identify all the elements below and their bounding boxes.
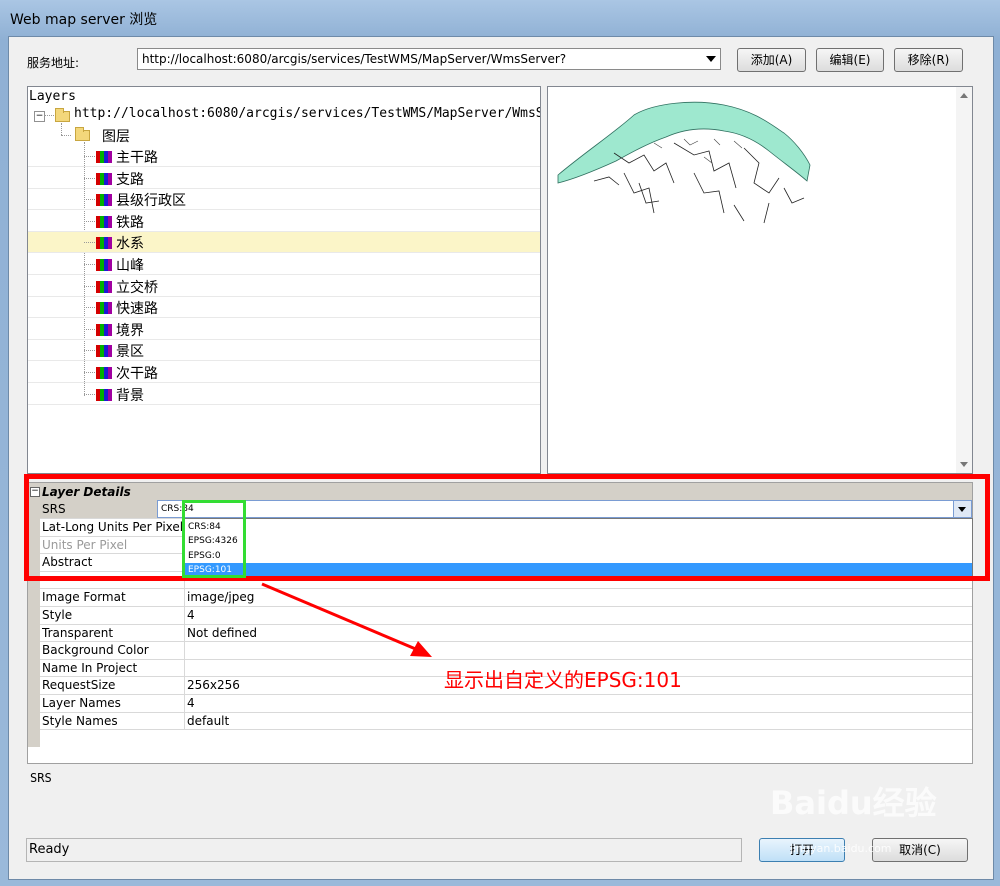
status-text: Ready	[29, 842, 70, 857]
annotation-arrow	[261, 582, 432, 657]
annotation-text: 显示出自定义的EPSG:101	[444, 668, 682, 692]
window: Web map server 浏览 服务地址: http://localhost…	[0, 0, 1000, 886]
description-text: SRS	[30, 771, 52, 785]
status-bar: Ready	[26, 838, 742, 862]
watermark-logo: Baidu经验	[770, 784, 937, 822]
watermark-url: jingyan.baidu.com	[790, 842, 892, 855]
